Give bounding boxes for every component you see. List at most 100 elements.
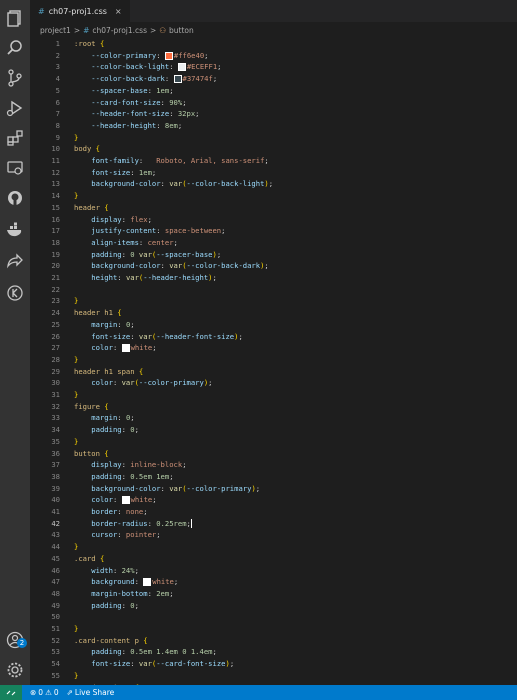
- code-line[interactable]: 8 --header-height: 8em;: [30, 120, 517, 132]
- search-icon[interactable]: [5, 38, 25, 58]
- error-count: 0: [38, 688, 44, 697]
- code-line[interactable]: 29 header h1 span {: [30, 366, 517, 378]
- code-line[interactable]: 37 display: inline-block;: [30, 459, 517, 471]
- line-number: 15: [51, 202, 60, 212]
- live-share-icon[interactable]: [5, 252, 25, 272]
- breadcrumb-folder[interactable]: project1: [40, 26, 71, 35]
- code-line[interactable]: 51}: [30, 623, 517, 635]
- code-line[interactable]: 52 .card-content p {: [30, 635, 517, 647]
- line-number: 54: [51, 659, 60, 669]
- breadcrumb-file[interactable]: ch07-proj1.css: [92, 26, 147, 35]
- code-line[interactable]: 32 figure {: [30, 401, 517, 413]
- code-line[interactable]: 39 background-color: var(--color-primary…: [30, 483, 517, 495]
- code-line[interactable]: 28}: [30, 354, 517, 366]
- code-line[interactable]: 1:root {: [30, 38, 517, 50]
- close-icon[interactable]: ×: [115, 7, 122, 16]
- code-text: margin: 0;: [74, 319, 135, 329]
- line-number: 1: [55, 39, 60, 48]
- code-line[interactable]: 9}: [30, 132, 517, 144]
- code-line[interactable]: 47 background: white;: [30, 576, 517, 588]
- live-share-icon: ⇗: [66, 688, 73, 697]
- code-line[interactable]: 19 padding: 0 var(--spacer-base);: [30, 249, 517, 261]
- remote-indicator-icon[interactable]: [0, 685, 22, 700]
- code-line[interactable]: 2 --color-primary: #ff6e40;: [30, 50, 517, 62]
- code-line[interactable]: 53 padding: 0.5em 1.4em 0 1.4em;: [30, 646, 517, 658]
- code-text: display: inline-block;: [74, 460, 187, 470]
- live-share-button[interactable]: ⇗ Live Share: [67, 688, 115, 697]
- code-line[interactable]: 17 justify-content: space-between;: [30, 225, 517, 237]
- code-line[interactable]: 33 margin: 0;: [30, 412, 517, 424]
- tab-label: ch07-proj1.css: [48, 6, 107, 16]
- line-number: 8: [55, 120, 60, 130]
- code-line[interactable]: 26 font-size: var(--header-font-size);: [30, 331, 517, 343]
- line-number: 9: [55, 132, 60, 142]
- code-line[interactable]: 31}: [30, 389, 517, 401]
- code-line[interactable]: 54 font-size: var(--card-font-size);: [30, 658, 517, 670]
- line-number: 27: [51, 343, 60, 353]
- code-line[interactable]: 22: [30, 284, 517, 296]
- code-text: border: none;: [74, 507, 148, 516]
- code-line[interactable]: 10 body {: [30, 143, 517, 155]
- code-line[interactable]: 50: [30, 611, 517, 623]
- extensions-icon[interactable]: [5, 128, 25, 148]
- code-text: background-color: var(--color-back-dark)…: [74, 261, 269, 271]
- code-line[interactable]: 45 .card {: [30, 553, 517, 565]
- code-line[interactable]: 6 --card-font-size: 90%;: [30, 97, 517, 109]
- code-line[interactable]: 49 padding: 0;: [30, 600, 517, 612]
- problems-indicator[interactable]: ⊗ 0 ⚠ 0: [30, 688, 59, 697]
- line-number: 30: [51, 378, 60, 388]
- code-text: }: [74, 296, 79, 306]
- code-text: --header-font-size: 32px;: [74, 109, 200, 119]
- github-icon[interactable]: [5, 188, 25, 208]
- code-text: }: [74, 436, 79, 446]
- code-line[interactable]: 20 background-color: var(--color-back-da…: [30, 260, 517, 272]
- code-line[interactable]: 27 color: white;: [30, 342, 517, 354]
- code-line[interactable]: 5 --spacer-base: 1em;: [30, 85, 517, 97]
- code-line[interactable]: 41 border: none;: [30, 506, 517, 518]
- code-line[interactable]: 14}: [30, 190, 517, 202]
- code-line[interactable]: 43 cursor: pointer;: [30, 529, 517, 541]
- code-line[interactable]: 4 --color-back-dark: #37474f;: [30, 73, 517, 85]
- code-editor[interactable]: 1:root {2 --color-primary: #ff6e40; 3 --c…: [30, 38, 517, 692]
- code-line[interactable]: 15 header {: [30, 202, 517, 214]
- code-line[interactable]: 7 --header-font-size: 32px;: [30, 108, 517, 120]
- code-line[interactable]: 18 align-items: center;: [30, 237, 517, 249]
- files-icon[interactable]: [5, 8, 25, 28]
- code-text: padding: 0;: [74, 425, 139, 435]
- code-line[interactable]: 12 font-size: 1em;: [30, 167, 517, 179]
- code-line[interactable]: 16 display: flex;: [30, 214, 517, 226]
- code-line[interactable]: 21 height: var(--header-height);: [30, 272, 517, 284]
- ideas-icon[interactable]: [5, 283, 25, 303]
- tab-ch07-proj1-css[interactable]: # ch07-proj1.css ×: [30, 0, 130, 22]
- code-line[interactable]: 36 button {: [30, 448, 517, 460]
- code-text: justify-content: space-between;: [74, 226, 226, 236]
- code-line[interactable]: 48 margin-bottom: 2em;: [30, 588, 517, 600]
- source-control-icon[interactable]: [5, 68, 25, 88]
- line-number: 29: [51, 366, 60, 376]
- settings-icon[interactable]: [5, 660, 25, 680]
- code-line[interactable]: 30 color: var(--color-primary);: [30, 377, 517, 389]
- code-line[interactable]: 3 --color-back-light: #ECEFF1;: [30, 61, 517, 73]
- warning-icon: ⚠: [45, 688, 52, 697]
- code-line[interactable]: 11 font-family: Roboto, Arial, sans-seri…: [30, 155, 517, 167]
- line-number: 11: [51, 156, 60, 165]
- run-debug-icon[interactable]: [5, 98, 25, 118]
- code-line[interactable]: 34 padding: 0;: [30, 424, 517, 436]
- remote-explorer-icon[interactable]: [5, 158, 25, 178]
- code-line[interactable]: 13 background-color: var(--color-back-li…: [30, 178, 517, 190]
- code-line[interactable]: 25 margin: 0;: [30, 319, 517, 331]
- code-line[interactable]: 24 header h1 {: [30, 307, 517, 319]
- code-text: .card {: [74, 553, 105, 563]
- code-line[interactable]: 23}: [30, 295, 517, 307]
- activity-bar: [0, 0, 30, 685]
- code-line[interactable]: 55}: [30, 670, 517, 682]
- docker-icon[interactable]: [5, 220, 25, 240]
- code-line[interactable]: 42 border-radius: 0.25rem;: [30, 518, 517, 530]
- code-line[interactable]: 44}: [30, 541, 517, 553]
- code-line[interactable]: 40 color: white;: [30, 494, 517, 506]
- breadcrumb-symbol[interactable]: button: [169, 26, 194, 35]
- code-text: cursor: pointer;: [74, 530, 161, 540]
- code-line[interactable]: 46 width: 24%;: [30, 565, 517, 577]
- code-line[interactable]: 38 padding: 0.5em 1em;: [30, 471, 517, 483]
- code-line[interactable]: 35}: [30, 436, 517, 448]
